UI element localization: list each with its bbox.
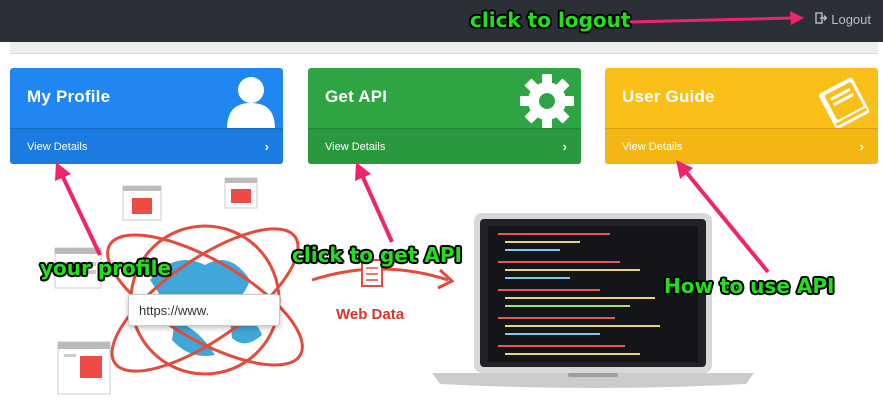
get-api-card: Get API View Details › <box>308 68 581 164</box>
logout-button[interactable]: Logout <box>815 12 871 27</box>
top-navbar: Logout <box>0 0 883 42</box>
user-icon <box>227 77 275 129</box>
annotation-guide: How to use API <box>664 274 835 298</box>
card-title: My Profile <box>27 87 111 106</box>
web-data-label: Web Data <box>336 306 405 323</box>
book-icon <box>818 77 870 129</box>
browser-window-icon <box>224 177 258 209</box>
card-header: User Guide <box>605 68 878 129</box>
view-details-link[interactable]: View Details › <box>605 128 878 164</box>
breadcrumb-bar <box>10 42 878 54</box>
browser-window-icon <box>57 341 111 395</box>
my-profile-card: My Profile View Details › <box>10 68 283 164</box>
chevron-right-icon: › <box>264 139 269 154</box>
annotation-get-api: click to get API <box>292 243 462 267</box>
card-header: Get API <box>308 68 581 128</box>
view-details-link[interactable]: View Details › <box>10 128 283 164</box>
laptop-icon <box>432 213 754 388</box>
view-details-label: View Details <box>27 140 88 153</box>
card-title: Get API <box>325 87 388 106</box>
annotation-profile: your profile <box>40 256 172 280</box>
view-details-label: View Details <box>622 140 683 153</box>
url-input-illustration: https://www. <box>128 294 280 326</box>
view-details-link[interactable]: View Details › <box>308 128 581 164</box>
gear-icon <box>520 74 574 128</box>
logout-label: Logout <box>831 12 871 27</box>
browser-window-icon <box>122 185 162 221</box>
sign-out-icon <box>815 12 828 27</box>
chevron-right-icon: › <box>562 139 567 154</box>
view-details-label: View Details <box>325 140 386 153</box>
user-guide-card: User Guide View Details › <box>605 68 878 164</box>
card-title: User Guide <box>622 87 715 106</box>
chevron-right-icon: › <box>859 139 864 154</box>
annotation-logout: click to logout <box>470 8 631 32</box>
card-header: My Profile <box>10 68 283 129</box>
